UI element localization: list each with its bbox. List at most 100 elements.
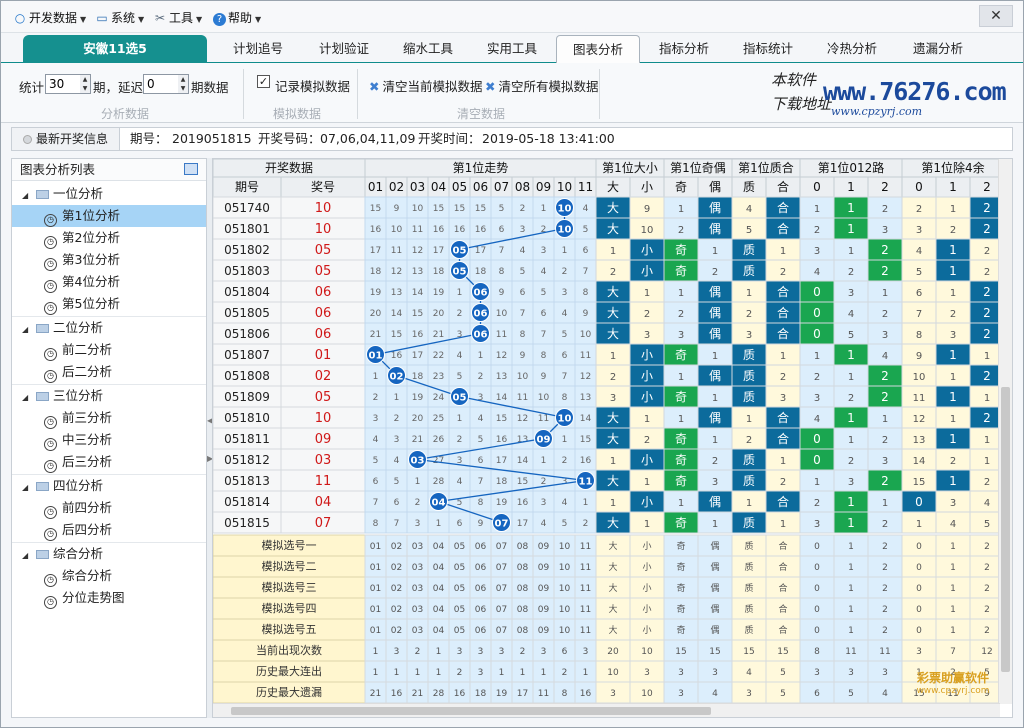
tree-item[interactable]: ◷ 后三分析 [12, 451, 206, 473]
tree-item[interactable]: ◷ 第4位分析 [12, 271, 206, 293]
miss-value: 1 [746, 498, 752, 509]
tab-index-stats[interactable]: 指标统计 [725, 35, 811, 63]
miss-value: 2 [644, 435, 650, 446]
lower-value: 02 [391, 584, 402, 594]
collapse-triangle-icon[interactable]: ◢ [22, 545, 34, 567]
lower-value: 合 [778, 582, 787, 594]
trend-miss: 6 [457, 519, 463, 529]
tab-chart-analysis[interactable]: 图表分析 [556, 35, 640, 64]
horizontal-scrollbar[interactable] [213, 703, 1000, 717]
hit-value: 奇 [675, 474, 687, 488]
clear-all-button[interactable]: ✖ 清空所有模拟数据 [485, 76, 599, 95]
collapse-triangle-icon[interactable]: ◢ [22, 185, 34, 207]
trend-ball-label: 05 [453, 267, 467, 278]
miss-value: 2 [746, 435, 752, 446]
lower-value: 3 [916, 647, 922, 657]
lower-value: 8 [562, 689, 568, 699]
prize-value: 06 [315, 327, 332, 342]
lower-value: 28 [433, 689, 445, 699]
tree-item[interactable]: ◷ 前四分析 [12, 497, 206, 519]
lower-value: 03 [412, 542, 423, 552]
trend-miss: 7 [373, 498, 379, 508]
spin-up-icon[interactable]: ▲ [80, 75, 90, 84]
collapse-triangle-icon[interactable]: ◢ [22, 477, 34, 499]
tab-index-analysis[interactable]: 指标分析 [641, 35, 727, 63]
tree-item[interactable]: ◷ 第3位分析 [12, 249, 206, 271]
window-icon[interactable] [184, 163, 198, 175]
miss-value: 1 [984, 393, 990, 404]
clear-icon: ✖ [369, 79, 380, 94]
time-label: 开奖时间： [418, 131, 481, 146]
latest-draw-button[interactable]: 最新开奖信息 [12, 128, 120, 150]
lower-value: 1 [499, 668, 505, 678]
tab-util-tool[interactable]: 实用工具 [469, 35, 555, 63]
trend-miss: 15 [475, 204, 486, 214]
vertical-scrollbar[interactable] [998, 159, 1012, 704]
spin-down-icon[interactable]: ▼ [178, 84, 188, 93]
tree-group[interactable]: ◢ 二位分析 [12, 317, 206, 339]
scroll-thumb[interactable] [1001, 387, 1010, 672]
lower-value: 16 [391, 689, 403, 699]
tab-plan-verify[interactable]: 计划验证 [301, 35, 387, 63]
stat-periods-stepper[interactable]: ▲ ▼ [45, 74, 91, 94]
trend-miss: 20 [370, 309, 382, 319]
trend-ball-label: 10 [558, 414, 572, 425]
miss-value: 1 [678, 204, 684, 215]
lower-value: 5 [848, 689, 854, 699]
lower-value: 07 [496, 542, 507, 552]
clear-current-button[interactable]: ✖ 清空当前模拟数据 [369, 76, 483, 95]
tab-lottery[interactable]: 安徽11选5 [23, 35, 207, 63]
tree-item[interactable]: ◷ 分位走势图 [12, 587, 206, 609]
tree-item[interactable]: ◷ 中三分析 [12, 429, 206, 451]
trend-miss: 13 [496, 372, 507, 382]
lower-value: 01 [370, 542, 381, 552]
group-header: 第1位大小 [602, 160, 658, 175]
trend-miss: 11 [496, 330, 507, 340]
tree-item[interactable]: ◷ 综合分析 [12, 565, 206, 587]
tree-item[interactable]: ◷ 第2位分析 [12, 227, 206, 249]
sub-header: 期号 [235, 180, 259, 194]
trend-miss: 6 [562, 351, 568, 361]
menu-tools[interactable]: ✂ 工具 ▼ [153, 9, 202, 27]
collapse-triangle-icon[interactable]: ◢ [22, 319, 34, 341]
lower-value: 06 [475, 584, 487, 594]
close-button[interactable]: ✕ [979, 5, 1013, 27]
trend-miss: 7 [583, 267, 589, 277]
tree-group[interactable]: ◢ 三位分析 [12, 385, 206, 407]
lower-value: 合 [778, 603, 787, 615]
hit-value: 大 [607, 432, 619, 446]
period-value: 051815 [224, 516, 270, 530]
record-sim-checkbox[interactable]: ✓ [257, 75, 270, 88]
hit-value: 质 [743, 453, 755, 467]
tab-missing[interactable]: 遗漏分析 [895, 35, 981, 63]
app-window: ○ 开发数据 ▼ ▭ 系统 ▼ ✂ 工具 ▼ ? 帮助 ▼ ✕ 安徽11选5 计划追号 计划验证… [0, 0, 1024, 728]
tree-item[interactable]: ◷ 第1位分析 [12, 205, 206, 227]
spin-down-icon[interactable]: ▼ [80, 84, 90, 93]
tree-item[interactable]: ◷ 后四分析 [12, 519, 206, 541]
trend-miss: 17 [370, 246, 381, 256]
hit-value: 小 [641, 453, 653, 467]
trend-miss: 5 [478, 435, 484, 445]
delay-stepper[interactable]: ▲ ▼ [143, 74, 189, 94]
clock-icon: ◷ [44, 302, 57, 315]
tree-item[interactable]: ◷ 前三分析 [12, 407, 206, 429]
tree-item[interactable]: ◷ 第5位分析 [12, 293, 206, 315]
miss-value: 2 [882, 435, 888, 446]
scroll-thumb[interactable] [231, 707, 711, 715]
tree-group[interactable]: ◢ 四位分析 [12, 475, 206, 497]
menu-help[interactable]: ? 帮助 ▼ [213, 9, 261, 27]
tab-shrink-tool[interactable]: 缩水工具 [385, 35, 471, 63]
collapse-triangle-icon[interactable]: ◢ [22, 387, 34, 409]
record-sim-label[interactable]: 记录模拟数据 [275, 76, 350, 95]
tree-item[interactable]: ◷ 前二分析 [12, 339, 206, 361]
tree-group[interactable]: ◢ 一位分析 [12, 183, 206, 205]
tab-hot-cold[interactable]: 冷热分析 [809, 35, 895, 63]
tree-item[interactable]: ◷ 后二分析 [12, 361, 206, 383]
menu-system[interactable]: ▭ 系统 ▼ [95, 9, 144, 27]
lower-value: 0 [916, 626, 922, 636]
menu-dev-data[interactable]: ○ 开发数据 ▼ [13, 9, 86, 27]
tree-group[interactable]: ◢ 综合分析 [12, 543, 206, 565]
tree-item-label: 前三分析 [62, 410, 113, 425]
spin-up-icon[interactable]: ▲ [178, 75, 188, 84]
tab-plan-chase[interactable]: 计划追号 [215, 35, 301, 63]
